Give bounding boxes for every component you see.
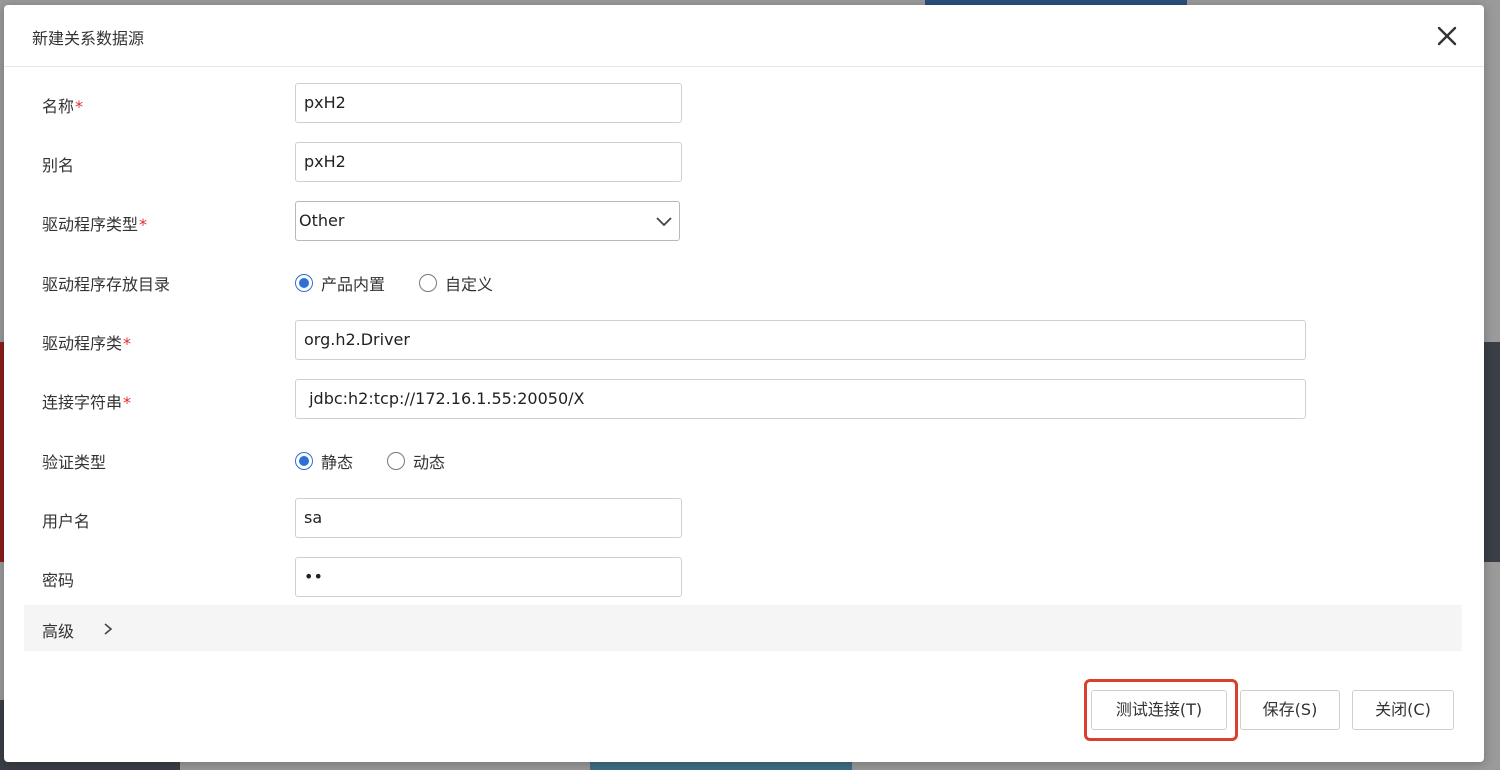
advanced-toggle[interactable]: 高级 [24, 605, 1462, 651]
required-mark: * [123, 334, 132, 353]
username-label: 用户名 [42, 512, 91, 531]
username-row: 用户名 sa [4, 498, 1484, 538]
chevron-right-icon [104, 623, 113, 635]
password-input[interactable]: •• [295, 557, 682, 597]
auth-dynamic-radio[interactable]: 动态 [387, 449, 445, 473]
chevron-down-icon [656, 217, 672, 227]
radio-unchecked-icon [419, 274, 438, 292]
auth-static-radio[interactable]: 静态 [295, 449, 353, 473]
driver-dir-custom-radio[interactable]: 自定义 [419, 271, 493, 295]
driver-class-input[interactable]: org.h2.Driver [295, 320, 1306, 360]
driver-class-label: 驱动程序类* [42, 334, 132, 353]
new-datasource-dialog: 新建关系数据源 名称* pxH2 别名 pxH2 驱动程序类型* Other 驱… [4, 5, 1484, 762]
auth-type-row: 验证类型 静态 动态 [4, 439, 1484, 479]
driver-dir-builtin-radio[interactable]: 产品内置 [295, 271, 385, 295]
required-mark: * [75, 97, 84, 116]
dialog-header: 新建关系数据源 [4, 5, 1484, 67]
radio-checked-icon [295, 274, 313, 292]
test-connection-button[interactable]: 测试连接(T) [1091, 690, 1227, 730]
close-icon[interactable] [1432, 21, 1462, 51]
conn-string-input[interactable]: jdbc:h2:tcp://172.16.1.55:20050/X [295, 379, 1306, 419]
password-label: 密码 [42, 571, 75, 590]
auth-type-label: 验证类型 [42, 453, 107, 472]
driver-type-select[interactable]: Other [295, 201, 680, 241]
name-input[interactable]: pxH2 [295, 83, 682, 123]
alias-label: 别名 [42, 156, 75, 175]
driver-type-label: 驱动程序类型* [42, 215, 148, 234]
save-button[interactable]: 保存(S) [1240, 690, 1340, 730]
driver-dir-row: 驱动程序存放目录 产品内置 自定义 [4, 261, 1484, 301]
username-input[interactable]: sa [295, 498, 682, 538]
radio-unchecked-icon [387, 452, 406, 470]
conn-string-label: 连接字符串* [42, 393, 132, 412]
driver-type-value: Other [299, 211, 345, 230]
driver-dir-radio-group: 产品内置 自定义 [295, 271, 527, 295]
name-label: 名称* [42, 97, 84, 116]
required-mark: * [139, 215, 148, 234]
advanced-label: 高级 [42, 622, 75, 641]
alias-input[interactable]: pxH2 [295, 142, 682, 182]
driver-dir-label: 驱动程序存放目录 [42, 275, 171, 294]
alias-row: 别名 pxH2 [4, 142, 1484, 182]
password-row: 密码 •• [4, 557, 1484, 597]
auth-type-radio-group: 静态 动态 [295, 449, 479, 473]
driver-type-row: 驱动程序类型* Other [4, 201, 1484, 241]
dialog-title: 新建关系数据源 [32, 29, 145, 48]
radio-checked-icon [295, 452, 313, 470]
close-button[interactable]: 关闭(C) [1352, 690, 1454, 730]
conn-string-row: 连接字符串* jdbc:h2:tcp://172.16.1.55:20050/X [4, 379, 1484, 419]
name-row: 名称* pxH2 [4, 83, 1484, 123]
driver-class-row: 驱动程序类* org.h2.Driver [4, 320, 1484, 360]
required-mark: * [123, 393, 132, 412]
